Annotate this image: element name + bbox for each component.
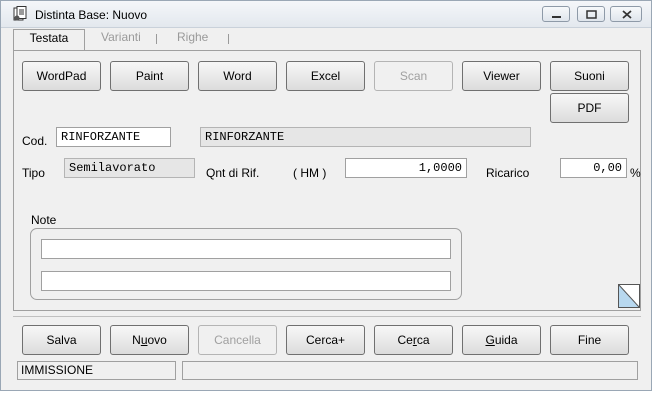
maximize-button[interactable]: [577, 6, 605, 22]
resize-corner-icon[interactable]: [618, 284, 640, 308]
paint-button[interactable]: Paint: [110, 61, 189, 91]
cerca-label-end: ca: [416, 333, 430, 347]
close-button[interactable]: [610, 6, 642, 22]
guida-label-hotkey: G: [485, 333, 495, 347]
percent-label: %: [630, 166, 641, 180]
cerca-label-start: Ce: [397, 333, 413, 347]
tipo-label: Tipo: [22, 166, 45, 180]
viewer-button[interactable]: Viewer: [462, 61, 541, 91]
qnt-label: Qnt di Rif.: [206, 166, 260, 180]
tab-varianti[interactable]: Varianti: [101, 27, 141, 51]
description-field: RINFORZANTE: [200, 127, 531, 147]
nuovo-label-end: ovo: [147, 333, 167, 347]
ricarico-field[interactable]: 0,00: [560, 158, 627, 178]
minimize-button[interactable]: [542, 6, 570, 22]
tab-strip: Testata Varianti Righe: [1, 27, 651, 51]
note-label: Note: [31, 213, 57, 227]
ricarico-label: Ricarico: [486, 166, 530, 180]
wordpad-button[interactable]: WordPad: [22, 61, 101, 91]
salva-button[interactable]: Salva: [22, 325, 101, 355]
scan-button[interactable]: Scan: [374, 61, 453, 91]
note-field-2[interactable]: [41, 271, 451, 291]
word-button[interactable]: Word: [198, 61, 277, 91]
tipo-field: Semilavorato: [64, 158, 195, 178]
cod-field[interactable]: RINFORZANTE: [56, 127, 171, 147]
document-gear-icon: [13, 6, 27, 21]
excel-button[interactable]: Excel: [286, 61, 365, 91]
guida-label-end: uida: [494, 333, 518, 347]
status-message: [182, 361, 638, 380]
tab-testata[interactable]: Testata: [13, 29, 85, 51]
maximize-icon: [586, 10, 597, 19]
pdf-button[interactable]: PDF: [550, 93, 629, 123]
tab-separator: [228, 34, 229, 44]
guida-button[interactable]: Guida: [462, 325, 541, 355]
note-field-1[interactable]: [41, 239, 451, 259]
cancella-button[interactable]: Cancella: [198, 325, 277, 355]
tab-separator: [156, 34, 157, 44]
main-window: Distinta Base: Nuovo Testata Varianti Ri…: [0, 0, 652, 391]
close-icon: [622, 10, 632, 19]
unit-label: ( HM ): [293, 166, 327, 180]
window-title: Distinta Base: Nuovo: [35, 8, 148, 22]
nuovo-label-hotkey: u: [140, 333, 148, 347]
cerca-button[interactable]: Cerca: [374, 325, 453, 355]
qnt-field[interactable]: 1,0000: [345, 158, 467, 178]
minimize-icon: [552, 16, 561, 18]
cod-label: Cod.: [22, 134, 48, 148]
nuovo-label-start: N: [132, 333, 141, 347]
status-mode: IMMISSIONE: [17, 361, 176, 380]
nuovo-button[interactable]: Nuovo: [110, 325, 189, 355]
title-bar[interactable]: Distinta Base: Nuovo: [1, 1, 651, 28]
bottom-separator: [13, 316, 641, 317]
cerca-plus-button[interactable]: Cerca+: [286, 325, 365, 355]
fine-button[interactable]: Fine: [550, 325, 629, 355]
suoni-button[interactable]: Suoni: [550, 61, 629, 91]
tab-righe[interactable]: Righe: [177, 27, 208, 51]
